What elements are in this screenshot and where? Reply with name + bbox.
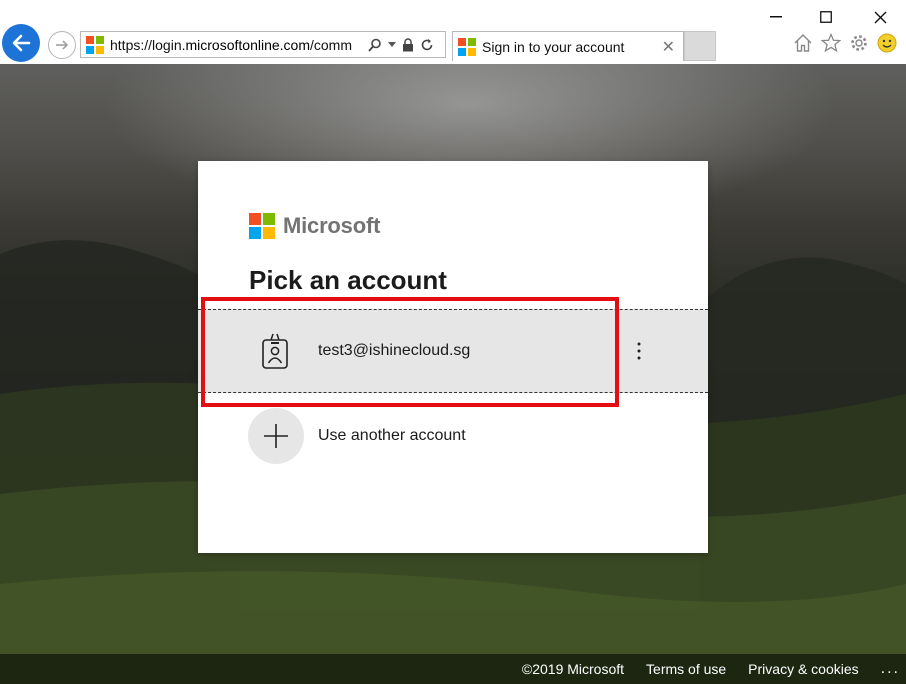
new-tab-button[interactable] [684,31,716,61]
microsoft-favicon-icon [86,35,104,54]
address-bar[interactable]: https://login.microsoftonline.com/comm [80,31,446,58]
brand-name: Microsoft [283,213,381,238]
page-background: Microsoft Pick an account test3@ishinecl… [0,64,906,684]
footer-more-button[interactable]: ... [881,660,900,678]
minimize-icon [770,16,782,18]
microsoft-logo: Microsoft [249,213,380,239]
microsoft-logo-icon [249,213,275,239]
badge-account-icon [262,333,288,369]
url-prefix: https://login. [110,36,186,53]
refresh-icon[interactable] [420,38,434,52]
url-host: microsoftonline.com [185,36,311,53]
add-account-icon-circle [248,408,304,464]
account-options-button[interactable] [624,336,654,366]
browser-chrome: https://login.microsoftonline.com/comm S… [0,0,906,65]
gear-icon[interactable] [848,32,870,54]
tab-title: Sign in to your account [482,38,625,55]
tab-sign-in[interactable]: Sign in to your account ✕ [452,31,684,61]
back-arrow-icon [12,34,31,52]
use-another-account-button[interactable]: Use another account [248,408,668,464]
search-icon[interactable] [368,38,382,52]
close-window-button[interactable] [860,4,900,30]
tab-close-icon[interactable]: ✕ [662,37,675,57]
more-options-icon [637,342,641,360]
page-title: Pick an account [249,265,447,295]
privacy-cookies-link[interactable]: Privacy & cookies [748,661,858,677]
sign-in-card: Microsoft Pick an account test3@ishinecl… [198,161,708,553]
copyright-text: ©2019 Microsoft [521,661,625,677]
maximize-icon [820,11,832,23]
microsoft-favicon-icon [458,37,476,56]
minimize-button[interactable] [756,4,796,30]
use-another-account-label: Use another account [318,427,466,444]
plus-icon [264,424,288,448]
address-url[interactable]: https://login.microsoftonline.com/comm [110,37,362,53]
footer: ©2019 Microsoft Terms of use Privacy & c… [0,654,906,684]
url-path: /comm [310,36,352,53]
close-icon [874,11,886,23]
home-icon[interactable] [792,32,814,54]
lock-icon[interactable] [402,37,414,52]
forward-arrow-icon [56,40,69,50]
back-button[interactable] [2,24,40,62]
smiley-feedback-icon[interactable] [876,32,898,54]
dropdown-arrow-icon[interactable] [388,41,396,48]
terms-of-use-link[interactable]: Terms of use [646,661,726,677]
favorites-star-icon[interactable] [820,32,842,54]
account-tile[interactable]: test3@ishinecloud.sg [198,309,708,393]
maximize-button[interactable] [806,4,846,30]
account-email: test3@ishinecloud.sg [318,342,471,359]
forward-button[interactable] [48,31,76,59]
